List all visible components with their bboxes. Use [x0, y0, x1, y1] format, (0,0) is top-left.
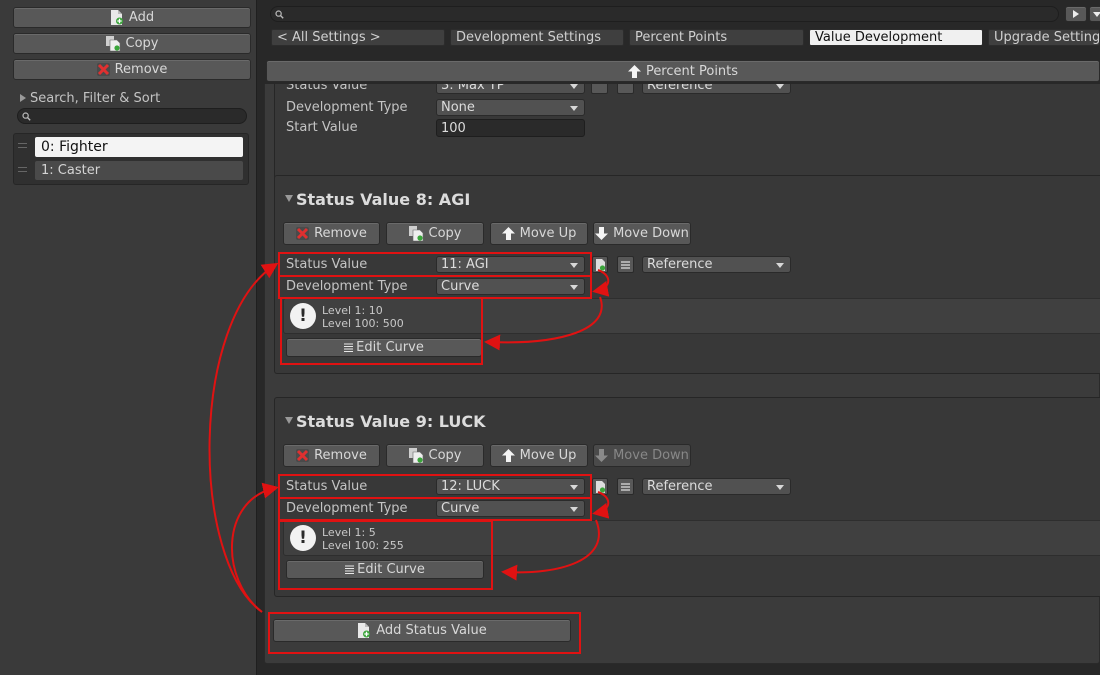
annotation-arrows — [208, 262, 610, 613]
